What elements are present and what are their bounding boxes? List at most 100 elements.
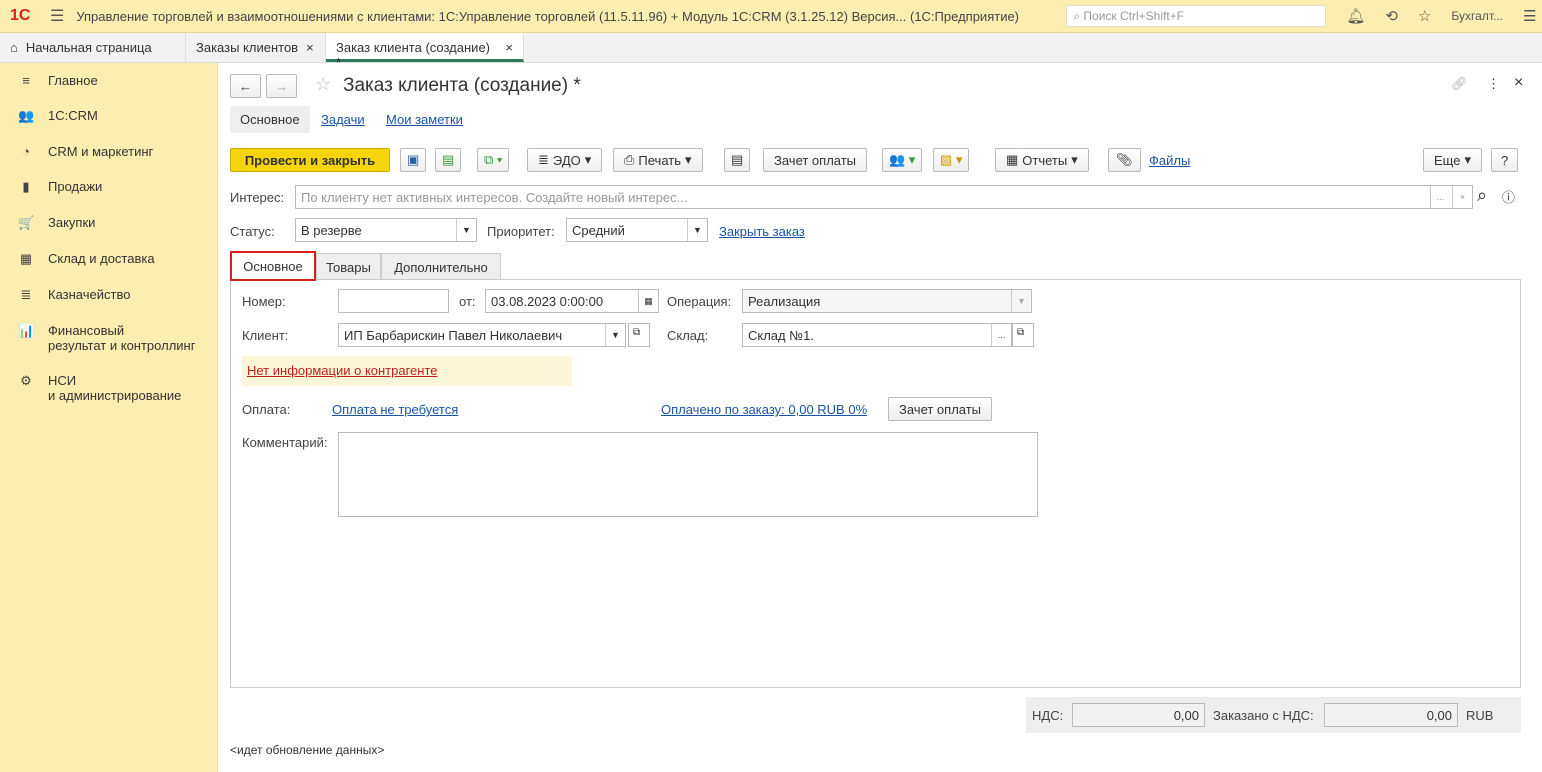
post-and-close-button[interactable]: Провести и закрыть (230, 148, 390, 172)
chevron-down-icon[interactable]: ▼ (605, 324, 625, 346)
section-icon: ▦ (19, 251, 33, 266)
settings-menu-icon[interactable]: ☰ (1523, 7, 1536, 25)
link-icon[interactable]: 🔗︎ (1451, 76, 1468, 92)
sidebar-item[interactable]: 👥 1С:CRM (0, 98, 217, 134)
priority-value: Средний (572, 223, 625, 238)
info-icon[interactable]: ⓘ (1502, 187, 1515, 206)
paid-link[interactable]: Оплачено по заказу: 0,00 RUB 0% (661, 402, 867, 417)
page-panel: Номер: от: 03.08.2023 0:00:00 ▦ Операция:… (230, 279, 1521, 688)
number-input[interactable] (338, 289, 449, 313)
subtab-notes[interactable]: Мои заметки (386, 112, 463, 127)
help-button[interactable]: ? (1491, 148, 1519, 172)
close-order-link[interactable]: Закрыть заказ (719, 224, 805, 239)
reports-icon: ▦ (1006, 152, 1019, 167)
priority-select[interactable]: Средний ▼ (566, 218, 708, 242)
payment-link[interactable]: Оплата не требуется (332, 402, 458, 417)
logo: 1С (10, 7, 31, 24)
chevron-down-icon[interactable]: ▼ (687, 219, 707, 241)
client-value: ИП Барбарискин Павел Николаевич (344, 328, 563, 343)
tab-home[interactable]: ⌂ Начальная страница (0, 33, 186, 62)
close-icon[interactable]: × (505, 40, 513, 55)
interest-input[interactable]: По клиенту нет активных интересов. Созда… (295, 185, 1473, 209)
star-icon[interactable]: ☆ (1418, 7, 1431, 25)
sidebar-item[interactable]: ≣ Казначейство (0, 277, 217, 313)
open-icon[interactable]: ⧉ (1012, 323, 1034, 347)
close-icon[interactable]: × (306, 40, 314, 55)
interest-placeholder: По клиенту нет активных интересов. Созда… (301, 190, 688, 205)
reports-button[interactable]: ▦ Отчеты ▾ (995, 148, 1089, 172)
sidebar-item-label: 1С:CRM (48, 108, 98, 123)
bell-icon[interactable]: 🔔︎ (1346, 7, 1365, 25)
tab-label: Начальная страница (25, 40, 152, 55)
chevron-down-icon[interactable]: ▼ (1011, 290, 1031, 312)
total-value: 0,00 (1324, 703, 1458, 727)
edo-button[interactable]: ≣ ЭДО ▾ (527, 148, 603, 172)
section-icon: ≡ (22, 73, 30, 88)
user-name[interactable]: Бухгалт... (1451, 9, 1503, 23)
sidebar-item-label: Закупки (48, 215, 96, 230)
select-button[interactable]: ... (991, 324, 1011, 346)
post-icon[interactable]: ▤ (435, 148, 462, 172)
history-icon[interactable]: ⟲ (1385, 7, 1398, 25)
sidebar-item[interactable]: 📊 Финансовый результат и контроллинг (0, 313, 217, 363)
page-tab-additional[interactable]: Дополнительно (381, 253, 501, 280)
date-value: 03.08.2023 0:00:00 (491, 294, 604, 309)
more-button[interactable]: Еще ▾ (1423, 148, 1482, 172)
select-button[interactable]: ... (1430, 186, 1450, 208)
paperclip-icon[interactable]: 📎︎ (1108, 148, 1141, 172)
section-icon: ◔ (22, 144, 30, 159)
sidebar-item[interactable]: ▮ Продажи (0, 169, 217, 205)
forward-button[interactable]: → (266, 74, 297, 98)
page-tab-main[interactable]: Основное (230, 251, 316, 281)
sidebar-item[interactable]: ▦ Склад и доставка (0, 241, 217, 277)
subtab-tasks[interactable]: Задачи (321, 112, 365, 127)
search-icon[interactable]: ⌕ (1477, 185, 1487, 206)
tab-order-create[interactable]: Заказ клиента (создание) * × (326, 33, 524, 70)
sidebar-item[interactable]: ◔ CRM и маркетинг (0, 134, 217, 169)
comment-input[interactable] (338, 432, 1038, 517)
warning-box: Нет информации о контрагенте (242, 356, 572, 386)
clear-button[interactable]: × (1452, 186, 1472, 208)
search-input[interactable]: ⌕ Поиск Ctrl+Shift+F (1066, 5, 1327, 27)
printer-icon: ⎙ (624, 152, 635, 167)
page-tab-goods[interactable]: Товары (316, 253, 381, 280)
sidebar-item[interactable]: 🛒 Закупки (0, 205, 217, 241)
users-icon[interactable]: 👥 ▾ (882, 148, 923, 172)
status-select[interactable]: В резерве ▼ (295, 218, 477, 242)
currency: RUB (1466, 708, 1494, 723)
attachment-doc-icon[interactable]: ▧ ▾ (933, 148, 970, 172)
warehouse-input[interactable]: Склад №1.... (742, 323, 1012, 347)
files-link[interactable]: Файлы (1149, 153, 1190, 168)
calendar-icon[interactable]: ▦ (638, 290, 658, 312)
sidebar-item-label: Главное (48, 73, 98, 88)
favorite-star-icon[interactable]: ☆ (315, 74, 331, 95)
menu-icon[interactable]: ☰ (50, 6, 64, 26)
save-icon[interactable]: ▣ (400, 148, 427, 172)
create-based-on-button[interactable]: ⧉ ▾ (477, 148, 510, 172)
chevron-down-icon[interactable]: ▼ (456, 219, 476, 241)
close-icon[interactable]: × (1514, 74, 1523, 92)
more-icon[interactable]: ⋮ (1487, 76, 1500, 92)
sidebar: ≡ Главное 👥 1С:CRM ◔ CRM и маркетинг ▮ Продажи 🛒… (0, 63, 218, 772)
date-label: от: (459, 294, 476, 309)
open-icon[interactable]: ⧉ (628, 323, 650, 347)
tab-label: Заказ клиента (создание) * (336, 40, 491, 70)
client-label: Клиент: (242, 328, 289, 343)
document-icon[interactable]: ▤ (724, 148, 751, 172)
offset-payment-button-2[interactable]: Зачет оплаты (888, 397, 993, 421)
no-info-link[interactable]: Нет информации о контрагенте (247, 363, 438, 378)
vat-label: НДС: (1032, 708, 1064, 723)
tab-orders[interactable]: Заказы клиентов × (186, 33, 326, 62)
offset-payment-button[interactable]: Зачет оплаты (763, 148, 868, 172)
subtab-main[interactable]: Основное (230, 106, 310, 133)
print-button[interactable]: ⎙ Печать ▾ (613, 148, 703, 172)
sidebar-item[interactable]: ≡ Главное (0, 63, 217, 98)
totals-panel: НДС: 0,00 Заказано с НДС: 0,00 RUB (1026, 697, 1521, 733)
date-input[interactable]: 03.08.2023 0:00:00 ▦ (485, 289, 659, 313)
back-button[interactable]: ← (230, 74, 261, 98)
app-title: Управление торговлей и взаимоотношениями… (76, 8, 1020, 24)
section-icon: ▮ (22, 179, 30, 194)
client-input[interactable]: ИП Барбарискин Павел Николаевич ▼ (338, 323, 626, 347)
operation-select[interactable]: Реализация ▼ (742, 289, 1032, 313)
sidebar-item[interactable]: ⚙ НСИ и администрирование (0, 363, 217, 413)
